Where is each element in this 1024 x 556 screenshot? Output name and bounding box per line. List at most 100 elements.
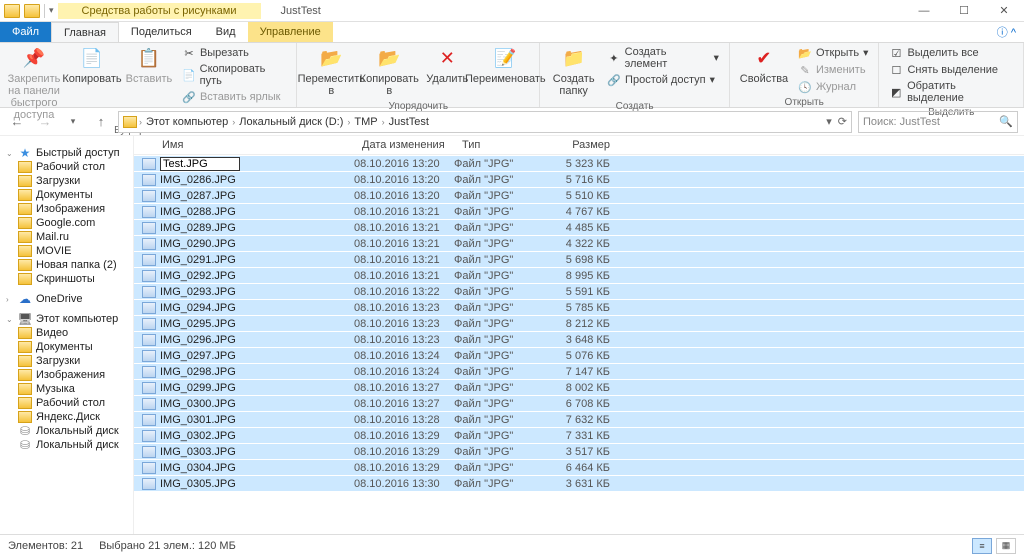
table-row[interactable]: IMG_0305.JPG 08.10.2016 13:30 Файл "JPG"…: [134, 475, 1024, 491]
paste-shortcut-button[interactable]: 🔗Вставить ярлык: [178, 89, 290, 105]
table-row[interactable]: IMG_0297.JPG 08.10.2016 13:24 Файл "JPG"…: [134, 347, 1024, 363]
file-icon: [142, 174, 156, 186]
table-row[interactable]: IMG_0296.JPG 08.10.2016 13:23 Файл "JPG"…: [134, 331, 1024, 347]
view-icons-icon[interactable]: ▦: [996, 538, 1016, 554]
crumb[interactable]: Этот компьютер: [144, 116, 230, 128]
edit-button[interactable]: ✎Изменить: [794, 62, 872, 78]
tree-quick-access[interactable]: ⌄★Быстрый доступ: [0, 146, 133, 160]
maximize-button[interactable]: ☐: [944, 0, 984, 22]
dropdown-icon[interactable]: ▾: [826, 115, 832, 128]
new-folder-button[interactable]: 📁Создать папку: [546, 45, 601, 99]
select-none-button[interactable]: ☐Снять выделение: [885, 62, 1017, 78]
tree-item[interactable]: Рабочий стол: [0, 160, 133, 174]
table-row[interactable]: IMG_0287.JPG 08.10.2016 13:20 Файл "JPG"…: [134, 187, 1024, 203]
history-button[interactable]: 🕓Журнал: [794, 79, 872, 95]
ribbon-collapse-icon[interactable]: ⓘ ^: [989, 22, 1024, 42]
table-row[interactable]: IMG_0293.JPG 08.10.2016 13:22 Файл "JPG"…: [134, 283, 1024, 299]
tree-item[interactable]: Рабочий стол: [0, 396, 133, 410]
table-row[interactable]: IMG_0289.JPG 08.10.2016 13:21 Файл "JPG"…: [134, 219, 1024, 235]
table-row[interactable]: IMG_0304.JPG 08.10.2016 13:29 Файл "JPG"…: [134, 459, 1024, 475]
table-row[interactable]: IMG_0298.JPG 08.10.2016 13:24 Файл "JPG"…: [134, 363, 1024, 379]
table-row[interactable]: IMG_0303.JPG 08.10.2016 13:29 Файл "JPG"…: [134, 443, 1024, 459]
nav-back-icon[interactable]: ←: [6, 111, 28, 133]
file-type: Файл "JPG": [454, 174, 542, 186]
qat-dropdown-icon[interactable]: ▾: [49, 5, 54, 16]
file-type: Файл "JPG": [454, 206, 542, 218]
col-size[interactable]: Размер: [542, 139, 622, 151]
nav-recent-icon[interactable]: ▾: [62, 111, 84, 133]
tree-item[interactable]: Mail.ru: [0, 230, 133, 244]
nav-forward-icon[interactable]: →: [34, 111, 56, 133]
tab-manage[interactable]: Управление: [248, 22, 333, 42]
copyto-button[interactable]: 📂Копировать в: [361, 45, 417, 99]
tree-item[interactable]: MOVIE: [0, 244, 133, 258]
tree-this-pc[interactable]: ⌄🖥Этот компьютер: [0, 312, 133, 326]
tree-item[interactable]: Изображения: [0, 202, 133, 216]
file-size: 6 708 КБ: [542, 398, 622, 410]
crumb[interactable]: Локальный диск (D:): [237, 116, 345, 128]
minimize-button[interactable]: —: [904, 0, 944, 22]
col-type[interactable]: Тип: [454, 139, 542, 151]
tab-file[interactable]: Файл: [0, 22, 51, 42]
search-input[interactable]: Поиск: JustTest 🔍: [858, 111, 1018, 133]
tree-item[interactable]: Яндекс.Диск: [0, 410, 133, 424]
tree-item[interactable]: Документы: [0, 188, 133, 202]
nav-up-icon[interactable]: ↑: [90, 111, 112, 133]
tree-item[interactable]: Видео: [0, 326, 133, 340]
table-row[interactable]: IMG_0290.JPG 08.10.2016 13:21 Файл "JPG"…: [134, 235, 1024, 251]
crumb[interactable]: JustTest: [387, 116, 431, 128]
table-row[interactable]: IMG_0301.JPG 08.10.2016 13:28 Файл "JPG"…: [134, 411, 1024, 427]
edit-icon: ✎: [798, 63, 812, 77]
tab-home[interactable]: Главная: [51, 22, 119, 42]
table-row[interactable]: IMG_0294.JPG 08.10.2016 13:23 Файл "JPG"…: [134, 299, 1024, 315]
col-name[interactable]: Имя: [134, 139, 354, 151]
new-item-button[interactable]: ✦Создать элемент ▾: [603, 45, 723, 71]
table-row[interactable]: IMG_0299.JPG 08.10.2016 13:27 Файл "JPG"…: [134, 379, 1024, 395]
tree-item[interactable]: Загрузки: [0, 174, 133, 188]
file-type: Файл "JPG": [454, 190, 542, 202]
table-row[interactable]: IMG_0292.JPG 08.10.2016 13:21 Файл "JPG"…: [134, 267, 1024, 283]
rename-button[interactable]: 📝Переименовать: [477, 45, 533, 87]
easy-access-button[interactable]: 🔗Простой доступ ▾: [603, 72, 723, 88]
tree-item[interactable]: ⛁Локальный диск: [0, 438, 133, 452]
paste-button[interactable]: 📋Вставить: [122, 45, 176, 87]
refresh-icon[interactable]: ⟳: [838, 115, 847, 128]
tree-item[interactable]: Музыка: [0, 382, 133, 396]
tree-item[interactable]: Загрузки: [0, 354, 133, 368]
cut-button[interactable]: ✂Вырезать: [178, 45, 290, 61]
copy-path-button[interactable]: 📄Скопировать путь: [178, 62, 290, 88]
qat-folder-icon[interactable]: [24, 4, 40, 18]
table-row[interactable]: 08.10.2016 13:20 Файл "JPG" 5 323 КБ: [134, 155, 1024, 171]
tree-item[interactable]: Документы: [0, 340, 133, 354]
copy-button[interactable]: 📄Копировать: [64, 45, 120, 87]
file-date: 08.10.2016 13:21: [354, 270, 454, 282]
table-row[interactable]: IMG_0302.JPG 08.10.2016 13:29 Файл "JPG"…: [134, 427, 1024, 443]
select-all-button[interactable]: ☑Выделить все: [885, 45, 1017, 61]
tree-item[interactable]: Скриншоты: [0, 272, 133, 286]
table-row[interactable]: IMG_0286.JPG 08.10.2016 13:20 Файл "JPG"…: [134, 171, 1024, 187]
tab-share[interactable]: Поделиться: [119, 22, 204, 42]
moveto-button[interactable]: 📂Переместить в: [303, 45, 359, 99]
tree-item[interactable]: Google.com: [0, 216, 133, 230]
table-row[interactable]: IMG_0291.JPG 08.10.2016 13:21 Файл "JPG"…: [134, 251, 1024, 267]
properties-button[interactable]: ✔Свойства: [736, 45, 792, 87]
file-date: 08.10.2016 13:29: [354, 446, 454, 458]
table-row[interactable]: IMG_0295.JPG 08.10.2016 13:23 Файл "JPG"…: [134, 315, 1024, 331]
file-icon: [142, 270, 156, 282]
nav-tree[interactable]: ⌄★Быстрый доступРабочий столЗагрузкиДоку…: [0, 136, 134, 534]
view-details-icon[interactable]: ≡: [972, 538, 992, 554]
col-date[interactable]: Дата изменения: [354, 139, 454, 151]
tree-onedrive[interactable]: ›☁OneDrive: [0, 292, 133, 306]
tree-item[interactable]: ⛁Локальный диск: [0, 424, 133, 438]
tab-view[interactable]: Вид: [204, 22, 248, 42]
tree-item[interactable]: Новая папка (2): [0, 258, 133, 272]
invert-selection-button[interactable]: ◩Обратить выделение: [885, 79, 1017, 105]
table-row[interactable]: IMG_0288.JPG 08.10.2016 13:21 Файл "JPG"…: [134, 203, 1024, 219]
open-button[interactable]: 📂Открыть ▾: [794, 45, 872, 61]
crumb[interactable]: TMP: [352, 116, 379, 128]
tree-item[interactable]: Изображения: [0, 368, 133, 382]
table-row[interactable]: IMG_0300.JPG 08.10.2016 13:27 Файл "JPG"…: [134, 395, 1024, 411]
breadcrumb[interactable]: › Этот компьютер › Локальный диск (D:) ›…: [118, 111, 852, 133]
rename-input[interactable]: [160, 157, 240, 171]
close-button[interactable]: ✕: [984, 0, 1024, 22]
